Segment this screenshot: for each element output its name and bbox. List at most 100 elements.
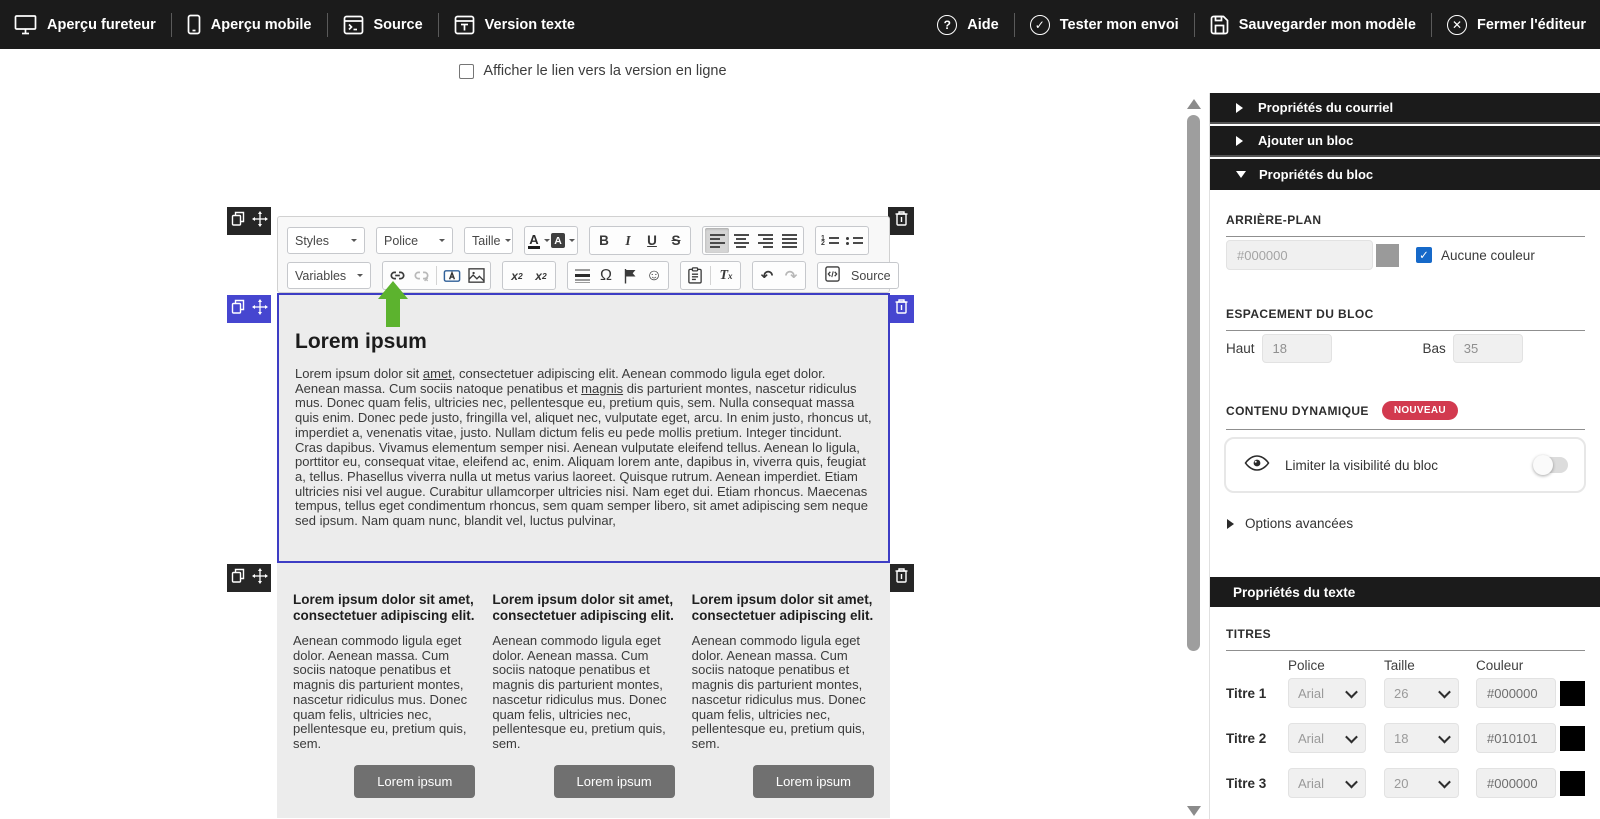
size-dropdown[interactable]: Taille — [464, 227, 513, 254]
delete-block-button[interactable] — [888, 295, 914, 323]
scroll-up-arrow-icon[interactable] — [1187, 99, 1201, 109]
delete-block-button[interactable] — [888, 207, 914, 235]
scrollbar-thumb[interactable] — [1187, 115, 1200, 651]
ordered-list-button[interactable]: 12 — [818, 228, 842, 253]
save-template-label: Sauvegarder mon modèle — [1239, 17, 1416, 33]
subscript-button[interactable]: x2 — [505, 263, 529, 288]
spacing-bottom-input[interactable] — [1453, 334, 1523, 363]
styles-dropdown[interactable]: Styles — [287, 227, 365, 254]
font-dropdown[interactable]: Police — [376, 227, 453, 254]
block-handle-selected — [227, 295, 271, 323]
block-handle-columns — [227, 564, 271, 592]
title3-color-swatch[interactable] — [1560, 771, 1585, 796]
background-color-swatch[interactable] — [1376, 244, 1399, 267]
superscript-button[interactable]: x2 — [529, 263, 553, 288]
text-properties-header[interactable]: Propriétés du texte — [1210, 577, 1600, 607]
unlink-button[interactable] — [409, 263, 433, 288]
title2-font-select[interactable]: Arial — [1288, 723, 1366, 753]
italic-button[interactable]: I — [616, 228, 640, 253]
bullet-list-button[interactable] — [842, 228, 866, 253]
button-widget-button[interactable] — [440, 263, 464, 288]
text-block-selected[interactable]: Lorem ipsum Lorem ipsum dolor sit amet, … — [277, 293, 890, 563]
arrow-head — [378, 281, 408, 299]
duplicate-block-icon[interactable] — [231, 568, 245, 588]
background-color-input[interactable] — [1226, 240, 1373, 270]
accordion-block-properties[interactable]: Propriétés du bloc — [1210, 159, 1600, 190]
title3-size-select[interactable]: 20 — [1384, 768, 1459, 798]
new-badge: NOUVEAU — [1382, 401, 1458, 420]
close-editor-button[interactable]: ✕ Fermer l'éditeur — [1447, 15, 1586, 35]
text-version-button[interactable]: Version texte — [454, 15, 575, 35]
align-right-button[interactable] — [753, 228, 777, 253]
bg-color-button[interactable]: A — [551, 228, 575, 253]
accordion-add-block[interactable]: Ajouter un bloc — [1210, 126, 1600, 157]
align-left-button[interactable] — [705, 228, 729, 253]
special-char-button[interactable]: Ω — [594, 263, 618, 288]
source-button[interactable]: Source — [343, 15, 423, 35]
redo-button[interactable]: ↷ — [779, 263, 803, 288]
column-cta-button[interactable]: Lorem ipsum — [554, 765, 675, 798]
spacing-controls: Haut Bas — [1226, 334, 1523, 363]
emoji-button[interactable]: ☺ — [642, 263, 666, 288]
column-2: Lorem ipsum dolor sit amet, consectetuer… — [492, 592, 674, 818]
duplicate-block-icon[interactable] — [231, 299, 245, 319]
test-send-button[interactable]: ✓ Tester mon envoi — [1030, 15, 1179, 35]
title1-color-input[interactable] — [1476, 678, 1556, 708]
select-value: Arial — [1298, 686, 1324, 701]
inline-link[interactable]: magnis — [581, 381, 623, 396]
spacing-top-input[interactable] — [1262, 334, 1332, 363]
select-value: 26 — [1394, 686, 1408, 701]
source-window-icon — [343, 15, 364, 35]
source-doc-icon — [825, 266, 840, 285]
align-center-button[interactable] — [729, 228, 753, 253]
column-body: Aenean commodo ligula eget dolor. Aenean… — [293, 634, 475, 752]
column-3: Lorem ipsum dolor sit amet, consectetuer… — [692, 592, 874, 818]
no-color-checkbox[interactable]: ✓ — [1416, 247, 1432, 263]
three-columns-block[interactable]: Lorem ipsum dolor sit amet, consectetuer… — [277, 563, 890, 818]
title1-font-select[interactable]: Arial — [1288, 678, 1366, 708]
chevron-down-icon — [569, 239, 575, 245]
title3-color-input[interactable] — [1476, 768, 1556, 798]
move-block-icon[interactable] — [252, 568, 268, 589]
column-cta-button[interactable]: Lorem ipsum — [354, 765, 475, 798]
vertical-scrollbar[interactable] — [1186, 93, 1202, 819]
move-block-icon[interactable] — [252, 299, 268, 320]
save-template-button[interactable]: Sauvegarder mon modèle — [1210, 15, 1416, 35]
image-button[interactable] — [464, 263, 488, 288]
inline-link[interactable]: amet — [423, 366, 452, 381]
test-send-label: Tester mon envoi — [1060, 17, 1179, 33]
strikethrough-button[interactable]: S — [664, 228, 688, 253]
duplicate-block-icon[interactable] — [231, 211, 245, 231]
bold-button[interactable]: B — [592, 228, 616, 253]
title2-size-select[interactable]: 18 — [1384, 723, 1459, 753]
move-block-icon[interactable] — [252, 211, 268, 232]
undo-button[interactable]: ↶ — [755, 263, 779, 288]
flag-button[interactable] — [618, 263, 642, 288]
column-cta-button[interactable]: Lorem ipsum — [753, 765, 874, 798]
delete-block-button[interactable] — [888, 564, 914, 592]
variables-dropdown[interactable]: Variables — [287, 262, 371, 289]
title1-color-swatch[interactable] — [1560, 681, 1585, 706]
source-mode-button[interactable]: Source — [817, 262, 899, 289]
visibility-toggle[interactable] — [1535, 457, 1568, 473]
top-toolbar: Aperçu fureteur Aperçu mobile Source — [0, 0, 1600, 49]
browser-preview-button[interactable]: Aperçu fureteur — [14, 14, 156, 35]
paste-button[interactable] — [683, 263, 707, 288]
title1-size-select[interactable]: 26 — [1384, 678, 1459, 708]
title2-color-input[interactable] — [1476, 723, 1556, 753]
title3-font-select[interactable]: Arial — [1288, 768, 1366, 798]
online-version-checkbox[interactable] — [459, 64, 474, 79]
underline-button[interactable]: U — [640, 228, 664, 253]
align-justify-button[interactable] — [777, 228, 801, 253]
scroll-down-arrow-icon[interactable] — [1187, 806, 1201, 816]
help-button[interactable]: ? Aide — [937, 15, 998, 35]
advanced-options-toggle[interactable]: Options avancées — [1227, 516, 1353, 531]
text-color-button[interactable]: A — [527, 228, 551, 253]
horizontal-rule-button[interactable] — [570, 263, 594, 288]
remove-format-button[interactable]: Tx — [714, 263, 738, 288]
column-button-row: Lorem ipsum — [692, 765, 874, 798]
undo-group: ↶ ↷ — [752, 261, 806, 290]
mobile-preview-button[interactable]: Aperçu mobile — [187, 14, 312, 35]
accordion-email-properties[interactable]: Propriétés du courriel — [1210, 93, 1600, 124]
title2-color-swatch[interactable] — [1560, 726, 1585, 751]
